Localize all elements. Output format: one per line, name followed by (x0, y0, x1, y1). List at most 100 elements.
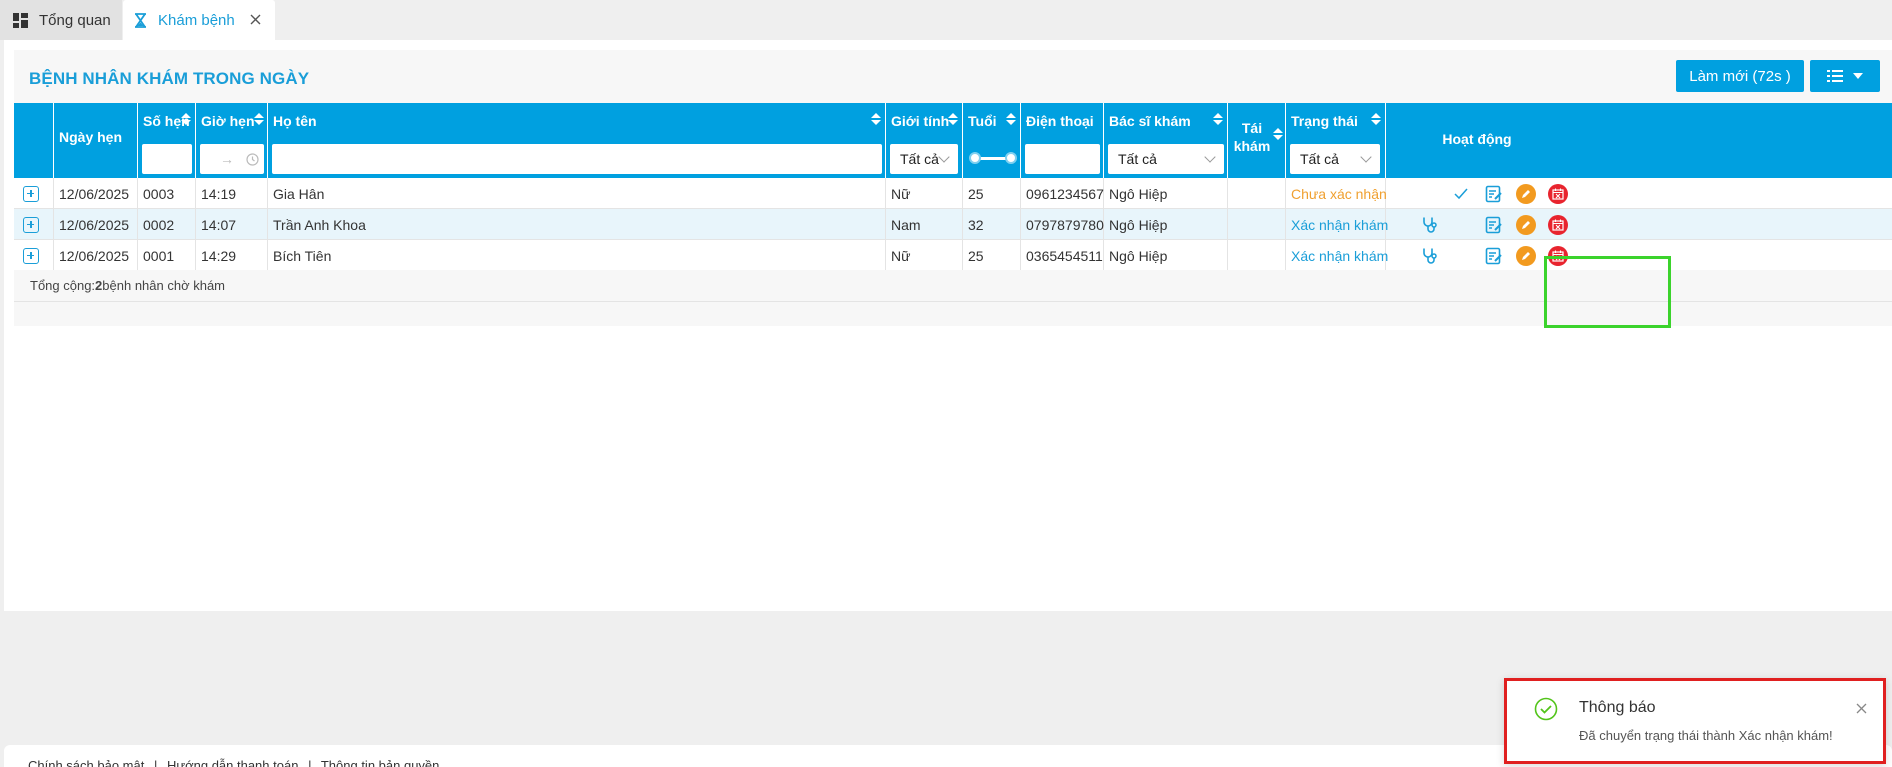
edit-button[interactable] (1516, 246, 1536, 266)
age-cell: 25 (963, 178, 1021, 209)
doctor-filter-select[interactable]: Tất cả (1108, 144, 1224, 174)
expand-cell[interactable] (14, 209, 54, 240)
cancel-appointment-button[interactable] (1548, 215, 1568, 235)
doctor-cell: Ngô Hiệp (1104, 240, 1228, 271)
doctor-cell: Ngô Hiệp (1104, 178, 1228, 209)
appt-date-cell: 12/06/2025 (54, 209, 138, 240)
close-icon (250, 14, 261, 25)
sort-icon[interactable] (1006, 111, 1016, 127)
status-cell[interactable]: Xác nhận khám (1286, 209, 1388, 240)
appt-no-cell: 0001 (138, 240, 196, 271)
tab-close-button[interactable] (250, 10, 261, 30)
age-cell: 32 (963, 209, 1021, 240)
header-phone-label: Điện thoại (1026, 113, 1094, 129)
header-appt-time-label: Giờ hẹn (201, 113, 255, 129)
edit-note-icon (1485, 185, 1502, 203)
gender-cell: Nữ (886, 178, 963, 209)
status-filter-select[interactable]: Tất cả (1290, 144, 1380, 174)
table-row[interactable]: 12/06/2025 0002 14:07 Trần Anh Khoa Nam … (14, 209, 1892, 240)
status-cell[interactable]: Xác nhận khám (1286, 240, 1388, 271)
name-filter-input[interactable] (272, 144, 882, 174)
edit-button[interactable] (1516, 215, 1536, 235)
sort-icon[interactable] (1371, 111, 1381, 127)
appt-date-cell: 12/06/2025 (54, 240, 138, 271)
header-name[interactable]: Họ tên (268, 103, 886, 178)
header-status[interactable]: Trạng thái Tất cả (1286, 103, 1386, 178)
sort-icon[interactable] (254, 111, 264, 127)
gender-filter-select[interactable]: Tất cả (890, 144, 958, 174)
cancel-appointment-button[interactable] (1548, 184, 1568, 204)
header-actions-label: Hoạt động (1442, 131, 1512, 147)
appt-time-cell: 14:29 (196, 240, 268, 271)
header-appt-time[interactable]: Giờ hẹn → (196, 103, 268, 178)
header-age[interactable]: Tuổi (963, 103, 1021, 178)
phone-filter-input[interactable] (1025, 144, 1100, 174)
status-highlight-box (1544, 256, 1671, 328)
appt-time-range-filter[interactable]: → (200, 144, 264, 174)
header-doctor[interactable]: Bác sĩ khám Tất cả (1104, 103, 1228, 178)
refresh-button[interactable]: Làm mới (72s ) (1676, 60, 1804, 92)
close-icon (1856, 703, 1867, 714)
tab-exam[interactable]: Khám bệnh (123, 0, 275, 40)
column-settings-button[interactable] (1810, 60, 1880, 92)
confirm-button[interactable] (1451, 184, 1471, 204)
sort-icon[interactable] (948, 111, 958, 127)
stethoscope-icon (1423, 217, 1437, 233)
toast-close-button[interactable] (1856, 699, 1867, 719)
gender-cell: Nam (886, 209, 963, 240)
stethoscope-icon (1423, 248, 1437, 264)
footer-separator: | (153, 758, 158, 767)
hourglass-icon (134, 12, 147, 28)
expand-icon[interactable] (23, 247, 39, 264)
appt-no-cell: 0003 (138, 178, 196, 209)
toast-title: Thông báo (1579, 699, 1656, 716)
start-exam-button[interactable] (1420, 215, 1440, 235)
header-appt-date[interactable]: Ngày hẹn (54, 103, 138, 178)
status-cell[interactable]: Chưa xác nhận (1286, 178, 1387, 209)
header-appt-no[interactable]: Số hẹn (138, 103, 196, 178)
footer-link-copyright[interactable]: Thông tin bản quyền (321, 758, 440, 767)
actions-cell (1386, 178, 1568, 209)
slider-max-handle[interactable] (1005, 152, 1017, 164)
footer-link-payment-guide[interactable]: Hướng dẫn thanh toán (167, 758, 298, 767)
pencil-icon (1522, 252, 1530, 260)
notification-toast: Thông báo Đã chuyển trạng thái thành Xác… (1504, 678, 1886, 764)
footer-separator: | (308, 758, 312, 767)
gender-cell: Nữ (886, 240, 963, 271)
table-row[interactable]: 12/06/2025 0003 14:19 Gia Hân Nữ 25 0961… (14, 178, 1892, 209)
header-actions: Hoạt động (1386, 103, 1568, 178)
tab-exam-label: Khám bệnh (158, 11, 235, 29)
slider-min-handle[interactable] (969, 152, 981, 164)
revisit-cell (1228, 209, 1286, 240)
actions-cell (1386, 240, 1568, 271)
sort-icon[interactable] (1213, 111, 1223, 127)
sort-icon[interactable] (1273, 126, 1283, 142)
tab-overview[interactable]: Tổng quan (0, 0, 122, 40)
range-arrow: → (220, 151, 234, 167)
edit-button[interactable] (1516, 184, 1536, 204)
start-exam-button[interactable] (1420, 246, 1440, 266)
sort-icon[interactable] (871, 111, 881, 127)
section-title: BỆNH NHÂN KHÁM TRONG NGÀY (29, 69, 310, 88)
expand-cell[interactable] (14, 240, 54, 271)
appt-time-cell: 14:19 (196, 178, 268, 209)
appt-no-filter-input[interactable] (142, 144, 192, 174)
age-range-slider[interactable] (969, 150, 1017, 166)
sort-icon[interactable] (181, 111, 191, 127)
header-phone[interactable]: Điện thoại (1021, 103, 1104, 178)
notes-button[interactable] (1484, 215, 1504, 235)
revisit-cell (1228, 178, 1286, 209)
expand-cell[interactable] (14, 178, 54, 209)
header-doctor-label: Bác sĩ khám (1109, 113, 1191, 129)
pencil-icon (1522, 221, 1530, 229)
header-gender[interactable]: Giới tính Tất cả (886, 103, 963, 178)
expand-icon[interactable] (23, 216, 39, 233)
notes-button[interactable] (1484, 246, 1504, 266)
header-revisit[interactable]: Tái khám (1228, 103, 1286, 178)
footer-link-privacy[interactable]: Chính sách bảo mật (28, 758, 144, 767)
header-status-label: Trạng thái (1291, 113, 1358, 129)
notes-button[interactable] (1484, 184, 1504, 204)
tab-overview-label: Tổng quan (39, 11, 111, 29)
name-cell: Trần Anh Khoa (268, 209, 886, 240)
expand-icon[interactable] (23, 185, 39, 202)
